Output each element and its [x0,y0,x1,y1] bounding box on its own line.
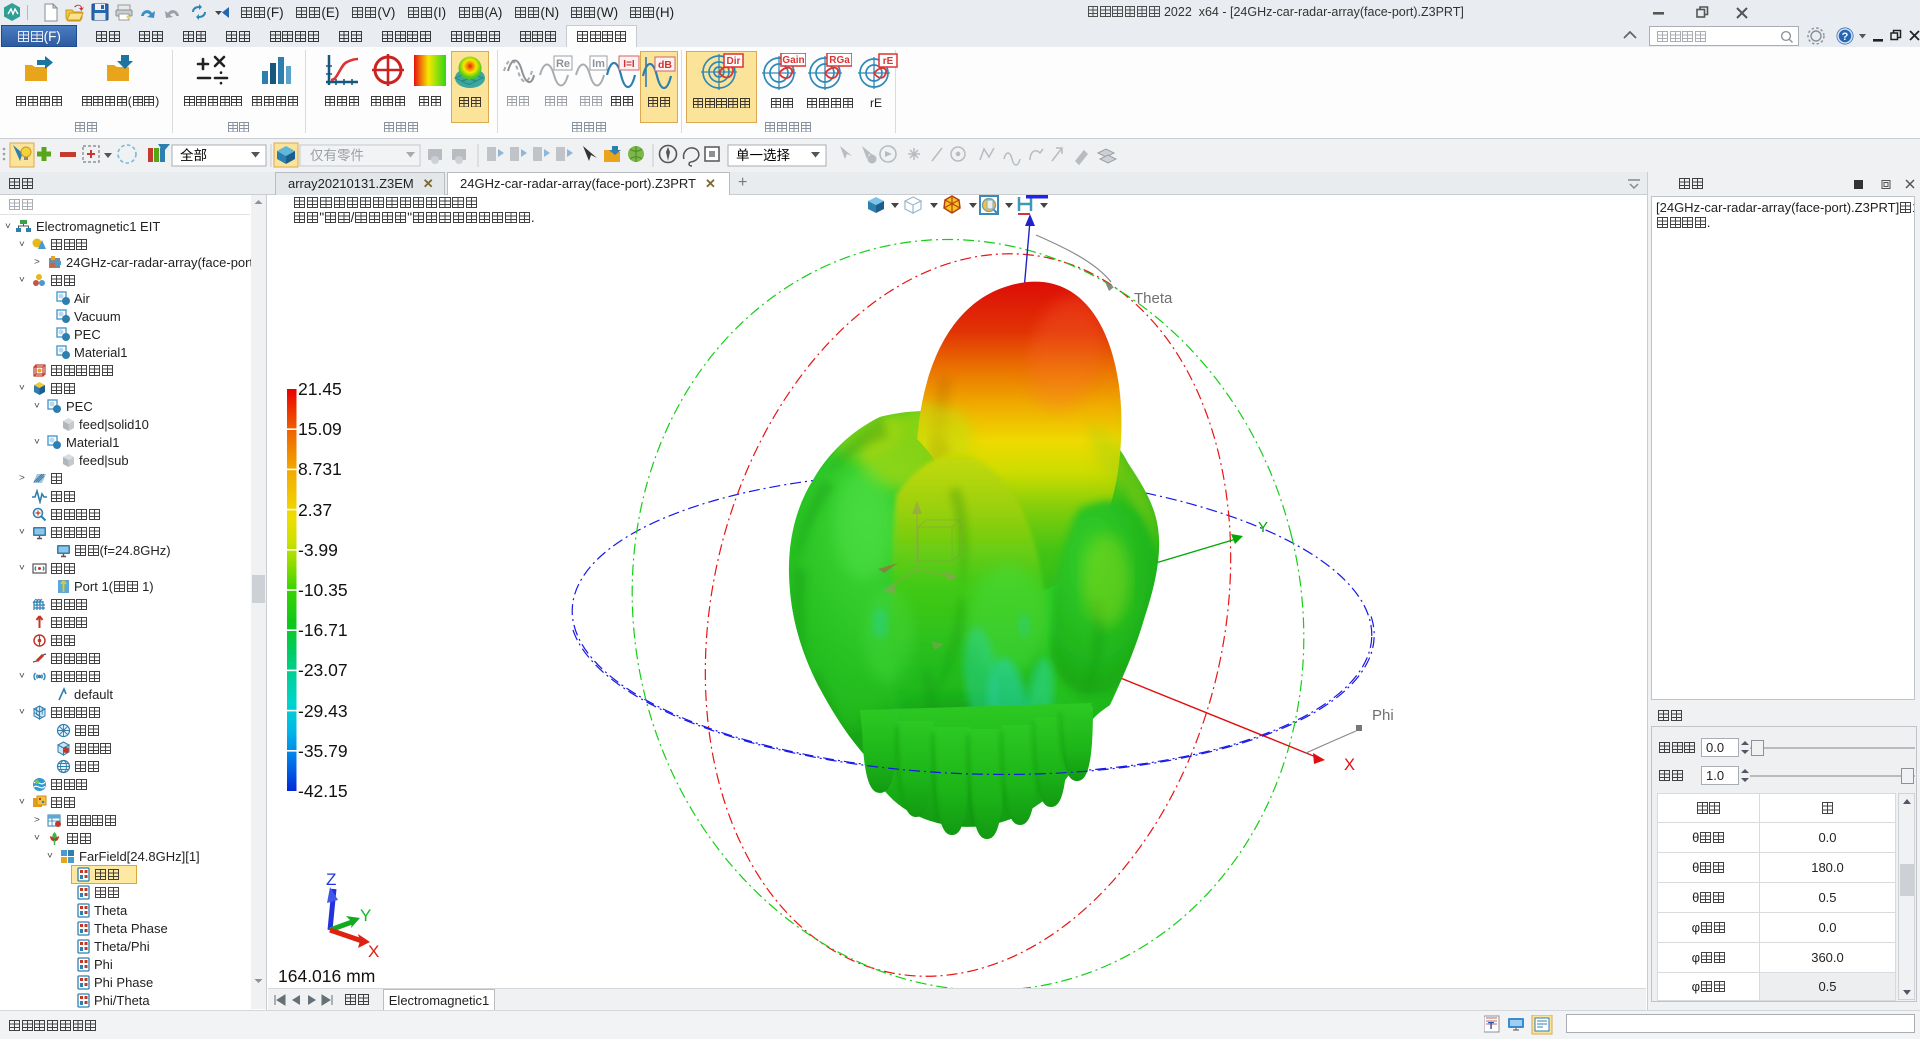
svg-text:Y: Y [1258,519,1268,536]
svg-text:T: T [1488,1021,1494,1032]
svg-text:仅有零件: 仅有零件 [310,148,364,163]
svg-text:-16.71: -16.71 [298,620,348,640]
svg-text:2.37: 2.37 [298,500,332,520]
svg-text:Theta: Theta [1134,290,1173,307]
svg-text:dB: dB [658,59,672,71]
svg-text:I=I: I=I [623,59,635,70]
svg-text:X: X [368,942,379,961]
svg-text:RGa: RGa [829,55,850,66]
svg-text:15.09: 15.09 [298,419,342,439]
svg-text:Re: Re [556,58,570,70]
svg-text:8.731: 8.731 [298,459,342,479]
svg-text:-29.43: -29.43 [298,701,348,721]
svg-text:164.016 mm: 164.016 mm [278,966,375,986]
svg-text:全部: 全部 [180,147,207,163]
svg-text:-23.07: -23.07 [298,660,348,680]
svg-text:?: ? [1842,31,1849,43]
svg-text:单一选择: 单一选择 [736,148,790,163]
svg-text:Z: Z [326,870,336,889]
svg-text:-3.99: -3.99 [298,540,338,560]
svg-text:-42.15: -42.15 [298,781,348,801]
svg-text:Gain: Gain [782,55,804,66]
svg-text:21.45: 21.45 [298,379,342,399]
svg-text:rE: rE [883,56,894,67]
svg-text:Y: Y [360,906,371,925]
svg-text:Im: Im [592,58,605,70]
svg-text:Phi: Phi [1372,707,1394,724]
svg-text:X: X [1344,756,1355,774]
svg-text:Dir: Dir [726,56,740,67]
svg-text:-10.35: -10.35 [298,580,348,600]
svg-text:-35.79: -35.79 [298,741,348,761]
